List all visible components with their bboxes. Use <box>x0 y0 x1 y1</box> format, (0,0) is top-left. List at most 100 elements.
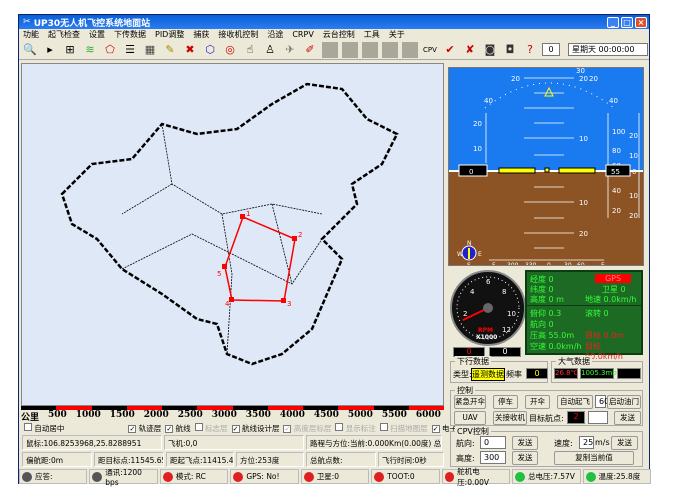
uav-button[interactable]: UAV <box>454 411 486 425</box>
checkbox-scan-map[interactable]: 扫描地图层 <box>379 423 428 434</box>
gauge-unit: RPM <box>478 327 493 334</box>
menu-settings[interactable]: 设置 <box>89 29 105 40</box>
mouse-coords: 鼠标:106.8253968,25.8288951 <box>22 435 162 450</box>
waypoint-label: 2 <box>298 231 302 239</box>
send-waypoint-button[interactable]: 发送 <box>614 411 641 425</box>
joystick-icon[interactable]: ♙ <box>262 42 278 58</box>
app-icon: ✂ <box>23 17 34 27</box>
checkbox-auto-center[interactable]: 自动居中 <box>24 423 64 434</box>
cpv-heading-input[interactable]: 0 <box>480 436 506 449</box>
pitch-label: 10 <box>579 199 588 207</box>
open-chute-button[interactable]: 开伞 <box>525 395 550 409</box>
menu-pid[interactable]: PID调整 <box>155 29 184 40</box>
target-speed: 目标 90.0km/h <box>585 342 624 361</box>
route-edit-icon[interactable]: ⬡ <box>202 42 218 58</box>
control-group: 控制 紧急开伞 停车 开伞 自动起飞 60 启动油门 UAV 关接收机 目标航点… <box>450 385 643 426</box>
select-icon[interactable]: ▸ <box>42 42 58 58</box>
menu-capture[interactable]: 捕获 <box>193 29 209 40</box>
waypoint-2[interactable] <box>292 236 297 241</box>
menu-tools[interactable]: 工具 <box>364 29 380 40</box>
camera-check-icon[interactable]: ✔ <box>442 42 458 58</box>
cpv-speed-send-button[interactable]: 发送 <box>611 436 638 450</box>
scale-label: 5000 <box>347 410 373 420</box>
cpv-speed-input[interactable]: 25 <box>579 436 594 449</box>
route-distance: 路程与方位:当前:0.000Km(0.00度) 总:3 <box>306 435 442 450</box>
cpv-button[interactable]: CPV <box>422 42 438 58</box>
checkbox-show-label[interactable]: 显示标注 <box>335 423 376 434</box>
cpv-altitude-input[interactable]: 300 <box>480 451 506 464</box>
waypoint-input[interactable] <box>588 411 608 424</box>
pen-icon[interactable]: ✐ <box>302 42 318 58</box>
status-led-icon <box>22 471 32 482</box>
menu-about[interactable]: 关于 <box>389 29 405 40</box>
map-view[interactable]: 1 2 3 4 5 <box>21 63 444 406</box>
menu-gimbal[interactable]: 云台控制 <box>323 29 355 40</box>
layers-icon[interactable]: ≋ <box>82 42 98 58</box>
status-label: 总电压:7.57V <box>528 472 575 481</box>
alt-tick-label: 40 <box>612 187 621 195</box>
help-button[interactable]: ? <box>522 42 538 58</box>
menu-function[interactable]: 功能 <box>23 29 39 40</box>
disabled-button-1[interactable] <box>322 41 338 58</box>
copy-current-button[interactable]: 复制当前值 <box>554 451 634 465</box>
emergency-chute-button[interactable]: 紧急开伞 <box>454 395 486 409</box>
close-button[interactable]: × <box>635 16 647 28</box>
waypoint-5[interactable] <box>222 264 227 269</box>
disabled-button-2[interactable] <box>342 41 358 58</box>
eraser-icon[interactable]: ✎ <box>162 42 178 58</box>
status-item: 通讯:1200 bps <box>89 468 158 487</box>
camera-icon[interactable]: ◙ <box>482 42 498 58</box>
auto-takeoff-button[interactable]: 自动起飞 <box>557 395 593 409</box>
delete-route-icon[interactable]: ✖ <box>182 42 198 58</box>
scale-label: 4000 <box>279 410 305 420</box>
hand-icon[interactable]: ☝ <box>242 42 258 58</box>
maximize-button[interactable]: □ <box>621 16 633 28</box>
menu-preflight[interactable]: 起飞检查 <box>48 29 80 40</box>
cpv-group: CPV控制 航向: 0 发送 高度: 300 发送 速度: 25 m/s 发送 … <box>450 426 643 467</box>
cpv-heading-label: 航向: <box>456 439 475 448</box>
waypoint-4[interactable] <box>229 297 234 302</box>
stop-engine-button[interactable]: 停车 <box>493 395 518 409</box>
waypoint-1[interactable] <box>240 214 245 219</box>
ruler-icon[interactable]: ⊞ <box>62 42 78 58</box>
menu-route[interactable]: 沿途 <box>267 29 283 40</box>
speed-tick-label: 20 <box>473 120 482 128</box>
checkbox-route[interactable]: ✓ 航线 <box>165 423 191 434</box>
throttle-input[interactable]: 60 <box>595 395 609 408</box>
waypoint-label: 5 <box>217 270 221 278</box>
camera-off-icon[interactable]: ✘ <box>462 42 478 58</box>
compass-n: N <box>467 240 472 247</box>
status-led-icon <box>162 471 173 482</box>
counter-field[interactable]: 0 <box>542 43 560 56</box>
start-throttle-button[interactable]: 启动油门 <box>607 395 641 409</box>
air-temperature: 26.8℃ <box>554 368 579 379</box>
checkbox-marker-layer[interactable]: 标志层 <box>194 423 228 434</box>
checkbox-altitude-layer[interactable]: ✓ 高度层标层 <box>283 423 331 434</box>
pitch-label: 20 <box>579 230 588 238</box>
plane-icon[interactable]: ✈ <box>282 42 298 58</box>
minimize-button[interactable]: _ <box>607 16 619 28</box>
menu-receiver[interactable]: 接收机控制 <box>218 29 258 40</box>
cpv-heading-send-button[interactable]: 发送 <box>512 436 538 450</box>
waypoint-3[interactable] <box>281 298 286 303</box>
altitude-readout: 55 <box>611 168 620 176</box>
disabled-button-5[interactable] <box>402 41 418 58</box>
close-receiver-button[interactable]: 关接收机 <box>493 411 527 425</box>
polygon-icon[interactable]: ⬠ <box>102 42 118 58</box>
downlink-title: 下行数据 <box>455 356 491 367</box>
disabled-button-3[interactable] <box>362 41 378 58</box>
roll-label: 30 <box>576 68 585 75</box>
target-icon[interactable]: ◎ <box>222 42 238 58</box>
cpv-speed-label: 速度: <box>554 439 573 448</box>
checkbox-route-design[interactable]: ✓ 航线设计层 <box>231 423 279 434</box>
disabled-button-4[interactable] <box>382 41 398 58</box>
checkbox-track-layer[interactable]: ✓ 轨迹层 <box>128 423 161 434</box>
air-extra <box>617 368 641 379</box>
zoom-help-icon[interactable]: 🔍 <box>22 42 38 58</box>
cpv-altitude-send-button[interactable]: 发送 <box>512 451 538 465</box>
menu-downlink[interactable]: 下传数据 <box>114 29 146 40</box>
list-icon[interactable]: ☰ <box>122 42 138 58</box>
camera-record-icon[interactable]: ◘ <box>502 42 518 58</box>
menu-crpv[interactable]: CRPV <box>292 30 313 39</box>
table-icon[interactable]: ▦ <box>142 42 158 58</box>
